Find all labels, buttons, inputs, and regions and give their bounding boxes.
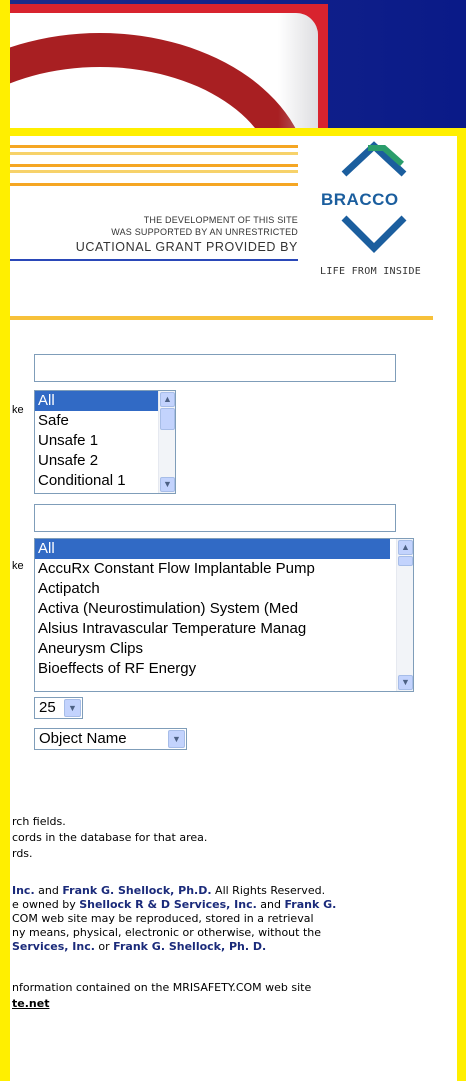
- page-frame-right: [457, 128, 466, 1081]
- page-frame-left: [0, 0, 10, 1081]
- scroll-down-icon[interactable]: ▼: [160, 477, 175, 492]
- listbox-scrollbar[interactable]: ▲ ▼: [396, 539, 413, 691]
- copyright-line-4: ny means, physical, electronic or otherw…: [12, 926, 322, 939]
- listbox-option[interactable]: Aneurysm Clips: [35, 639, 413, 659]
- listbox-option[interactable]: Activa (Neurostimulation) System (Med: [35, 599, 413, 619]
- copyright-line-2: e owned by Shellock R & D Services, Inc.…: [12, 898, 337, 911]
- instruction-text-2: cords in the database for that area.: [12, 831, 208, 844]
- scroll-up-icon[interactable]: ▲: [398, 540, 413, 555]
- section-separator: [10, 316, 433, 320]
- banner-image: [0, 13, 318, 128]
- copyright-line-1: Inc. and Frank G. Shellock, Ph.D. All Ri…: [12, 884, 326, 897]
- listbox-option[interactable]: All: [35, 391, 175, 411]
- scroll-thumb[interactable]: [160, 408, 175, 430]
- listbox-option[interactable]: Actipatch: [35, 579, 413, 599]
- listbox-option[interactable]: Bioeffects of RF Energy: [35, 659, 413, 679]
- instruction-text-3: rds.: [12, 847, 33, 860]
- copyright-line-5: Services, Inc. or Frank G. Shellock, Ph.…: [12, 940, 267, 953]
- top-banner: [0, 0, 466, 128]
- listbox-option[interactable]: All: [35, 539, 390, 559]
- listbox-option[interactable]: Conditional 1: [35, 471, 175, 491]
- listbox-scrollbar[interactable]: ▲ ▼: [158, 391, 175, 493]
- website-link[interactable]: te.net: [12, 997, 49, 1010]
- grant-text-line2: WAS SUPPORTED BY AN UNRESTRICTED: [111, 227, 298, 237]
- scroll-down-icon[interactable]: ▼: [398, 675, 413, 690]
- chevron-down-icon[interactable]: ▼: [64, 699, 81, 717]
- results-per-page-select[interactable]: 25 ▼: [34, 697, 83, 719]
- instruction-text-1: rch fields.: [12, 815, 66, 828]
- scroll-thumb[interactable]: [398, 556, 413, 566]
- page-frame-top: [0, 128, 466, 136]
- logo-name: BRACCO: [321, 190, 399, 209]
- chevron-down-icon[interactable]: ▼: [168, 730, 185, 748]
- grant-underline: [10, 259, 298, 261]
- safety-label: ke: [12, 404, 24, 416]
- search-text-input[interactable]: [34, 354, 396, 382]
- listbox-option[interactable]: AccuRx Constant Flow Implantable Pump: [35, 559, 413, 579]
- object-search-input[interactable]: [34, 504, 396, 532]
- scroll-up-icon[interactable]: ▲: [160, 392, 175, 407]
- header-stripe: [10, 145, 298, 148]
- object-label: ke: [12, 560, 24, 572]
- listbox-option[interactable]: Safe: [35, 411, 175, 431]
- grant-text-line1: THE DEVELOPMENT OF THIS SITE: [143, 215, 298, 225]
- mri-ring-graphic: [0, 33, 310, 128]
- safety-status-listbox[interactable]: All Safe Unsafe 1 Unsafe 2 Conditional 1…: [34, 390, 176, 494]
- listbox-option[interactable]: Unsafe 2: [35, 451, 175, 471]
- results-per-page-value: 25: [39, 699, 56, 716]
- copyright-line-3: COM web site may be reproduced, stored i…: [12, 912, 314, 925]
- grant-text-line3: UCATIONAL GRANT PROVIDED BY: [75, 240, 298, 254]
- listbox-option[interactable]: Alsius Intravascular Temperature Manag: [35, 619, 413, 639]
- info-line: nformation contained on the MRISAFETY.CO…: [12, 981, 312, 994]
- object-listbox[interactable]: All AccuRx Constant Flow Implantable Pum…: [34, 538, 414, 692]
- sort-by-value: Object Name: [39, 730, 127, 747]
- sort-by-select[interactable]: Object Name ▼: [34, 728, 187, 750]
- listbox-option[interactable]: Unsafe 1: [35, 431, 175, 451]
- logo-tagline: LIFE FROM INSIDE: [320, 266, 422, 277]
